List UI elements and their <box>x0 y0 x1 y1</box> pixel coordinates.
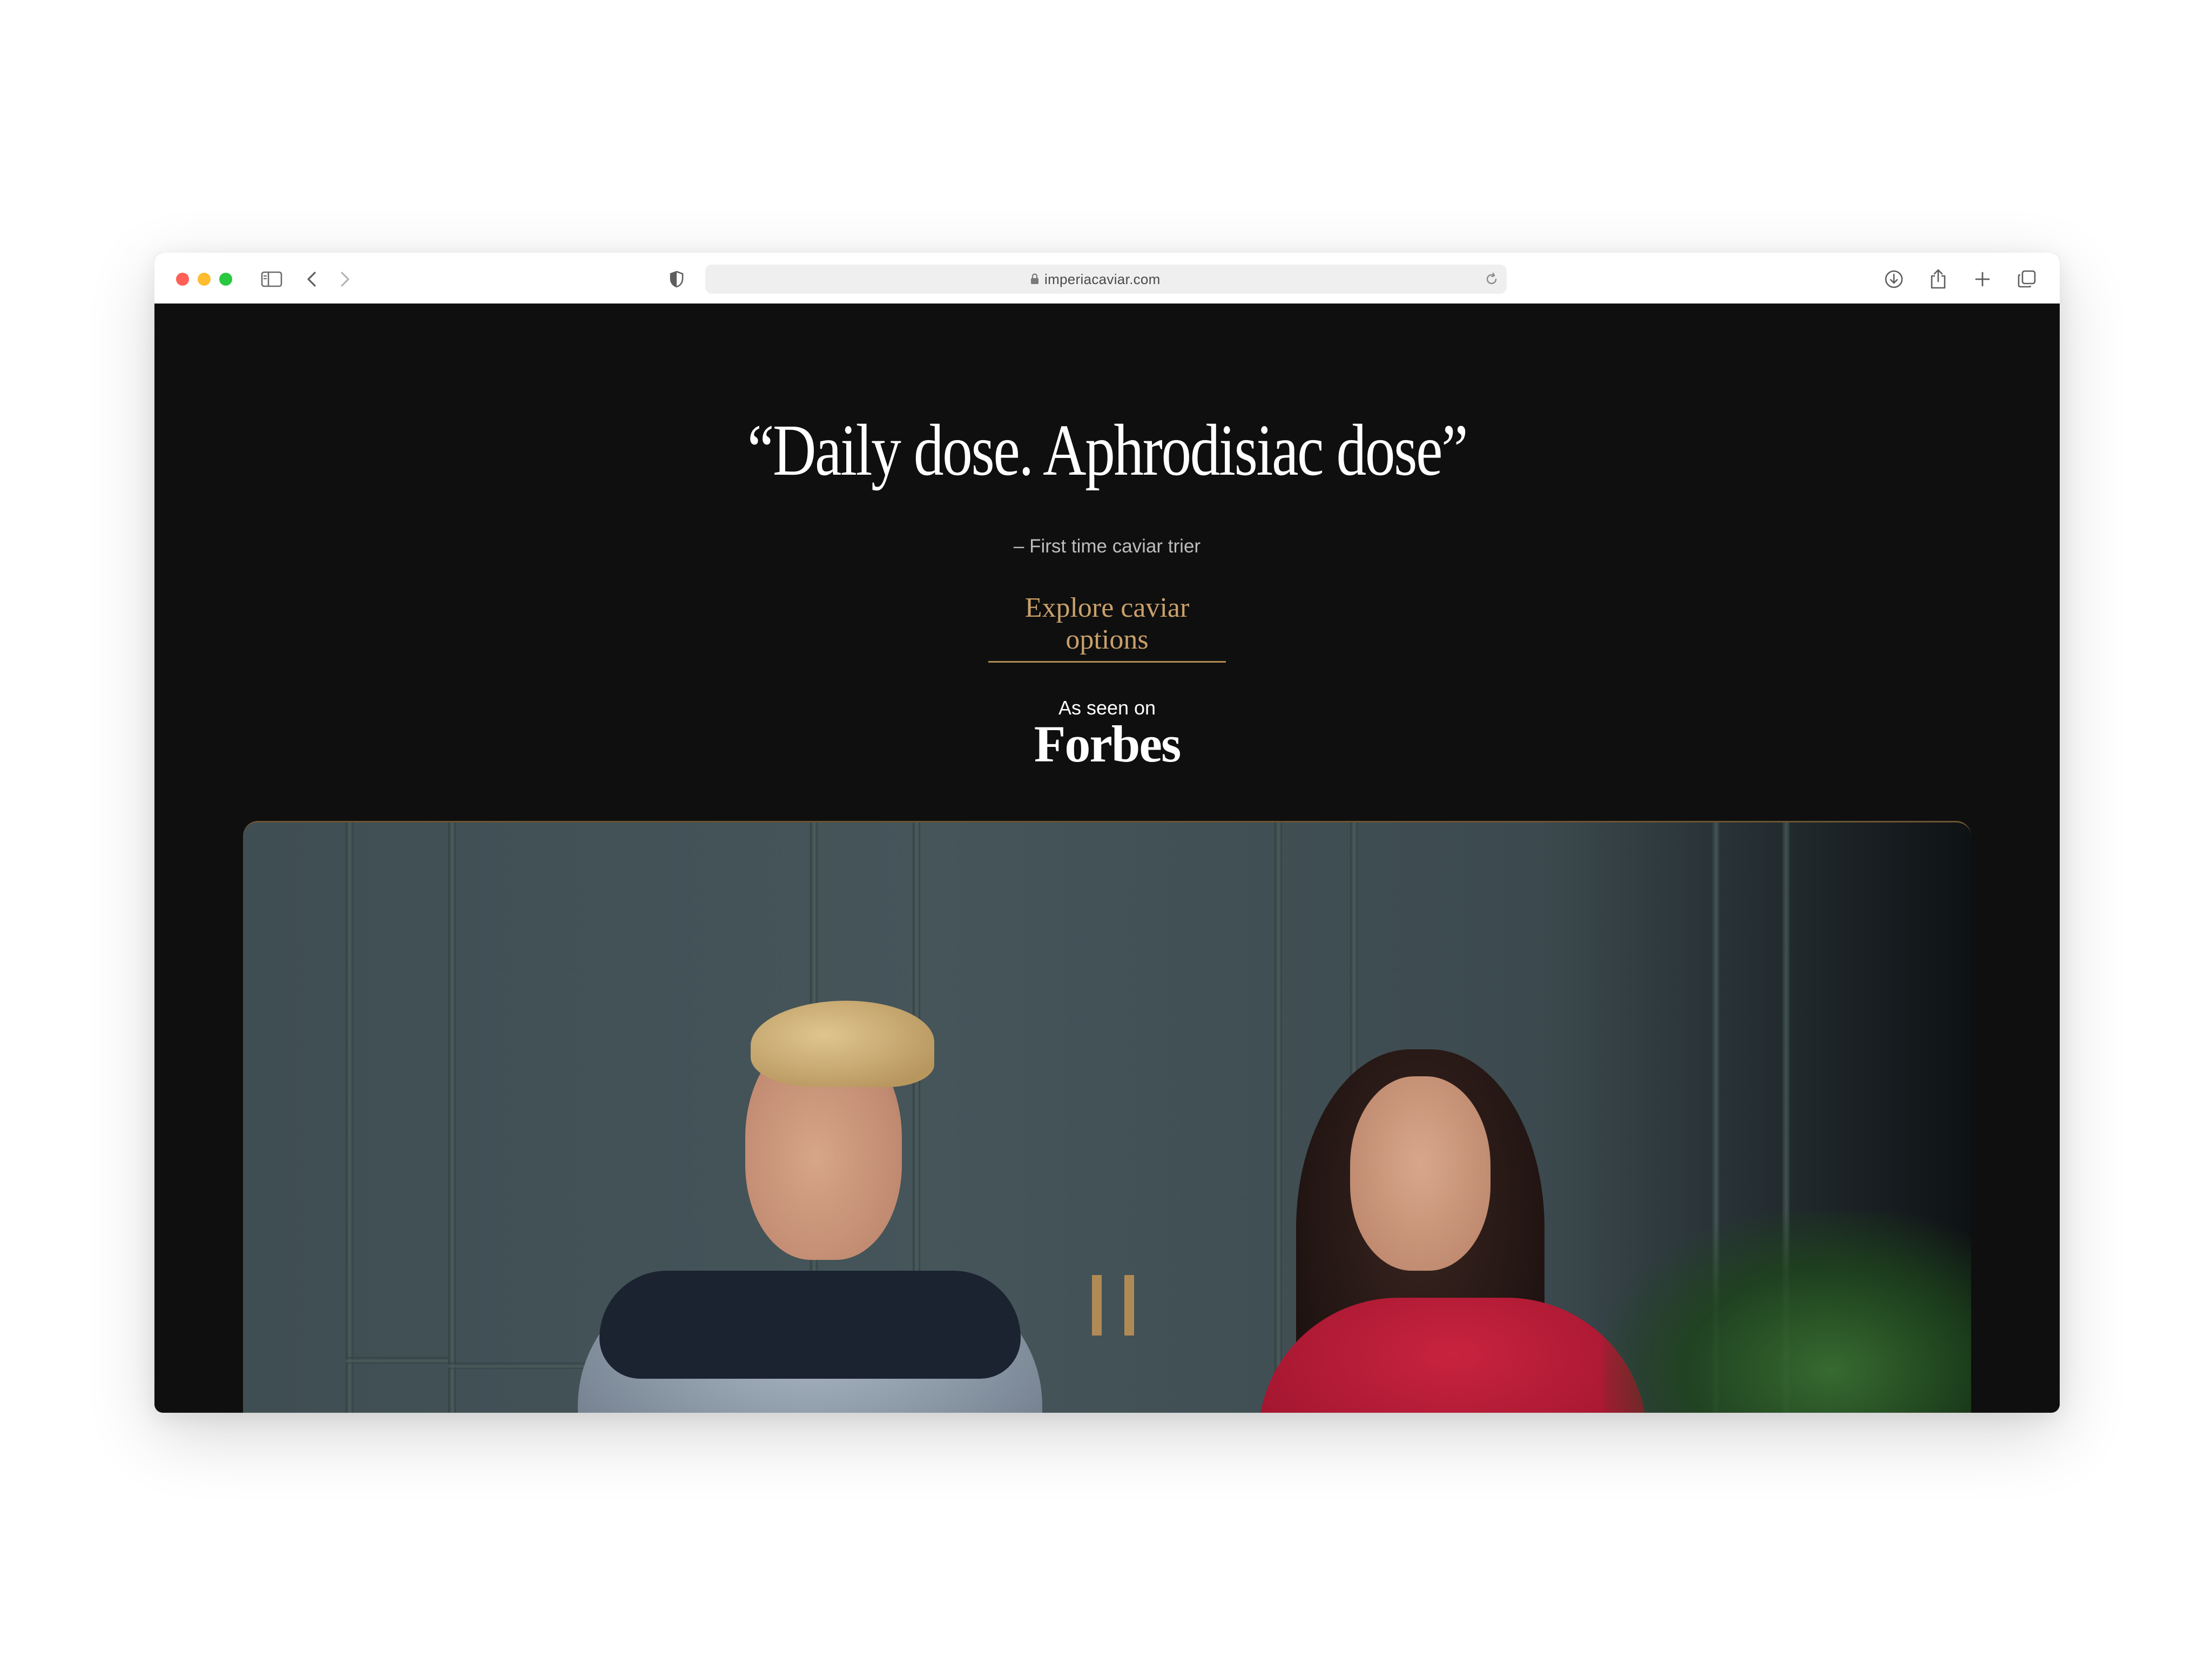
video-player[interactable] <box>243 821 1971 1413</box>
wall-panel-line <box>448 822 456 1413</box>
share-icon[interactable] <box>1927 268 1950 291</box>
explore-caviar-link[interactable]: Explore caviar options <box>988 592 1226 663</box>
downloads-icon[interactable] <box>1883 268 1905 291</box>
wall-panel-line <box>1274 822 1282 1413</box>
forbes-logo: Forbes <box>1034 715 1182 773</box>
woman-face <box>1350 1076 1491 1271</box>
lock-icon <box>1029 273 1040 288</box>
minimize-window-button[interactable] <box>198 273 211 286</box>
tab-overview-icon[interactable] <box>2015 268 2038 291</box>
page-content: “Daily dose. Aphrodisiac dose” – First t… <box>154 304 2060 1413</box>
reload-icon[interactable] <box>1484 272 1499 289</box>
forward-arrow-icon[interactable] <box>334 268 356 291</box>
wall-panel-line <box>346 822 353 1413</box>
back-arrow-icon[interactable] <box>300 268 323 291</box>
man-hair <box>751 1001 934 1087</box>
privacy-shield-icon[interactable] <box>665 268 688 291</box>
hero-quote: “Daily dose. Aphrodisiac dose” <box>747 410 1468 491</box>
new-tab-plus-icon[interactable] <box>1971 268 1994 291</box>
browser-window: imperiacaviar.com “Daily dose. Aphrodisi… <box>154 253 2060 1413</box>
sidebar-toggle-icon[interactable] <box>260 268 283 291</box>
address-url: imperiacaviar.com <box>1044 271 1161 287</box>
man-sweater <box>599 1271 1021 1379</box>
pause-icon[interactable] <box>1089 1275 1137 1340</box>
wall-panel-line <box>346 1357 448 1364</box>
quote-attribution: – First time caviar trier <box>1013 536 1201 557</box>
browser-toolbar: imperiacaviar.com <box>154 253 2060 304</box>
close-window-button[interactable] <box>176 273 189 286</box>
address-bar[interactable]: imperiacaviar.com <box>705 265 1507 294</box>
plant <box>1604 1211 1971 1413</box>
zoom-window-button[interactable] <box>219 273 232 286</box>
